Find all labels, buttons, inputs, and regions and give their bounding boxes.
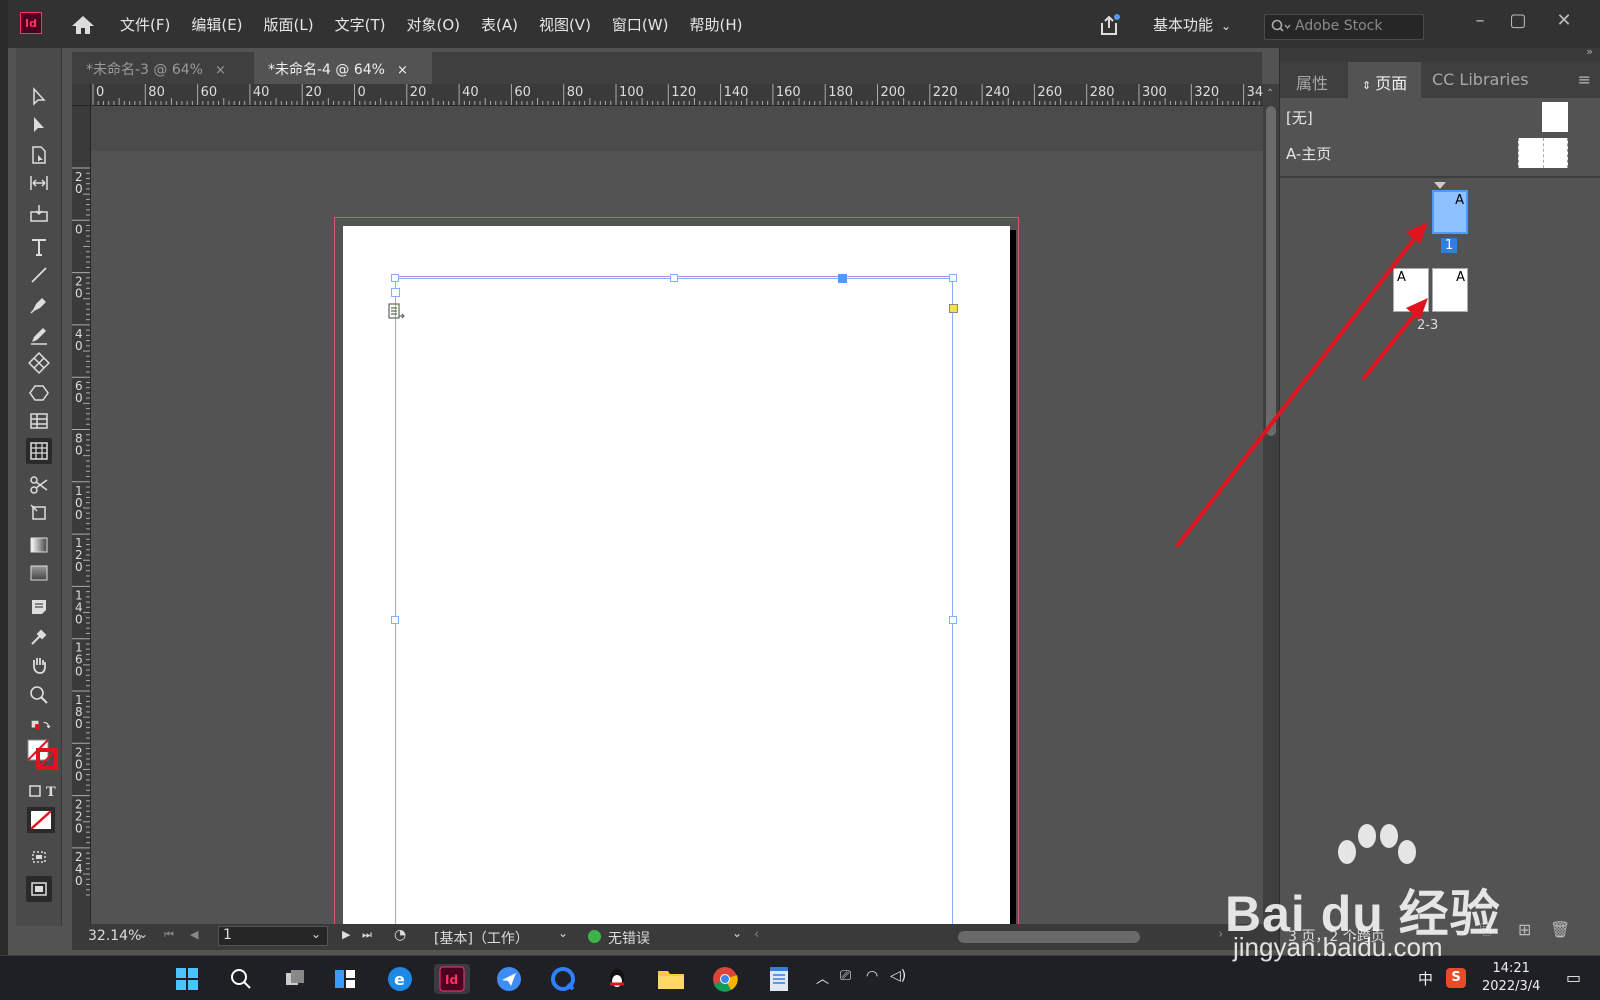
- svg-text:e: e: [394, 970, 405, 989]
- windows-taskbar: e Id ︿ ⎚ ◠ ◁) 中 S 14:21 2022/3/4 ▭: [0, 955, 1600, 1000]
- qq-icon[interactable]: [602, 964, 632, 994]
- volume-icon[interactable]: ◁): [890, 968, 906, 984]
- indesign-taskbar-icon[interactable]: Id: [434, 964, 470, 994]
- task-view-icon[interactable]: [280, 964, 310, 994]
- network-device-icon[interactable]: ⎚: [840, 968, 851, 984]
- sogou-ime-icon[interactable]: S: [1446, 968, 1466, 988]
- windows-start-icon[interactable]: [172, 964, 202, 994]
- system-clock[interactable]: 14:21 2022/3/4: [1482, 960, 1540, 996]
- wifi-icon[interactable]: ◠: [866, 968, 878, 984]
- annotation-arrow: [1362, 306, 1422, 380]
- clock-time: 14:21: [1492, 961, 1530, 976]
- svg-text:Id: Id: [445, 973, 458, 987]
- notification-icon[interactable]: ▭: [1566, 968, 1581, 987]
- file-explorer-icon[interactable]: [656, 964, 686, 994]
- annotation-arrow: [1176, 228, 1423, 547]
- clock-date: 2022/3/4: [1482, 979, 1541, 994]
- chrome-icon[interactable]: [710, 964, 740, 994]
- indesign-window: Id 文件(F) 编辑(E) 版面(L) 文字(T) 对象(O) 表(A) 视图…: [0, 0, 1600, 955]
- search-icon[interactable]: [226, 964, 256, 994]
- annotation-arrows: [1176, 222, 1428, 547]
- input-method-indicator[interactable]: 中: [1418, 968, 1433, 989]
- browser-e-icon[interactable]: e: [385, 964, 415, 994]
- notepad-icon[interactable]: [764, 964, 794, 994]
- show-hidden-icons[interactable]: ︿: [816, 968, 829, 987]
- browser-q-icon[interactable]: [548, 964, 578, 994]
- feishu-icon[interactable]: [494, 964, 524, 994]
- widgets-icon[interactable]: [330, 964, 360, 994]
- annotation-arrowhead: [1406, 222, 1428, 244]
- annotation-arrowhead: [1406, 298, 1428, 320]
